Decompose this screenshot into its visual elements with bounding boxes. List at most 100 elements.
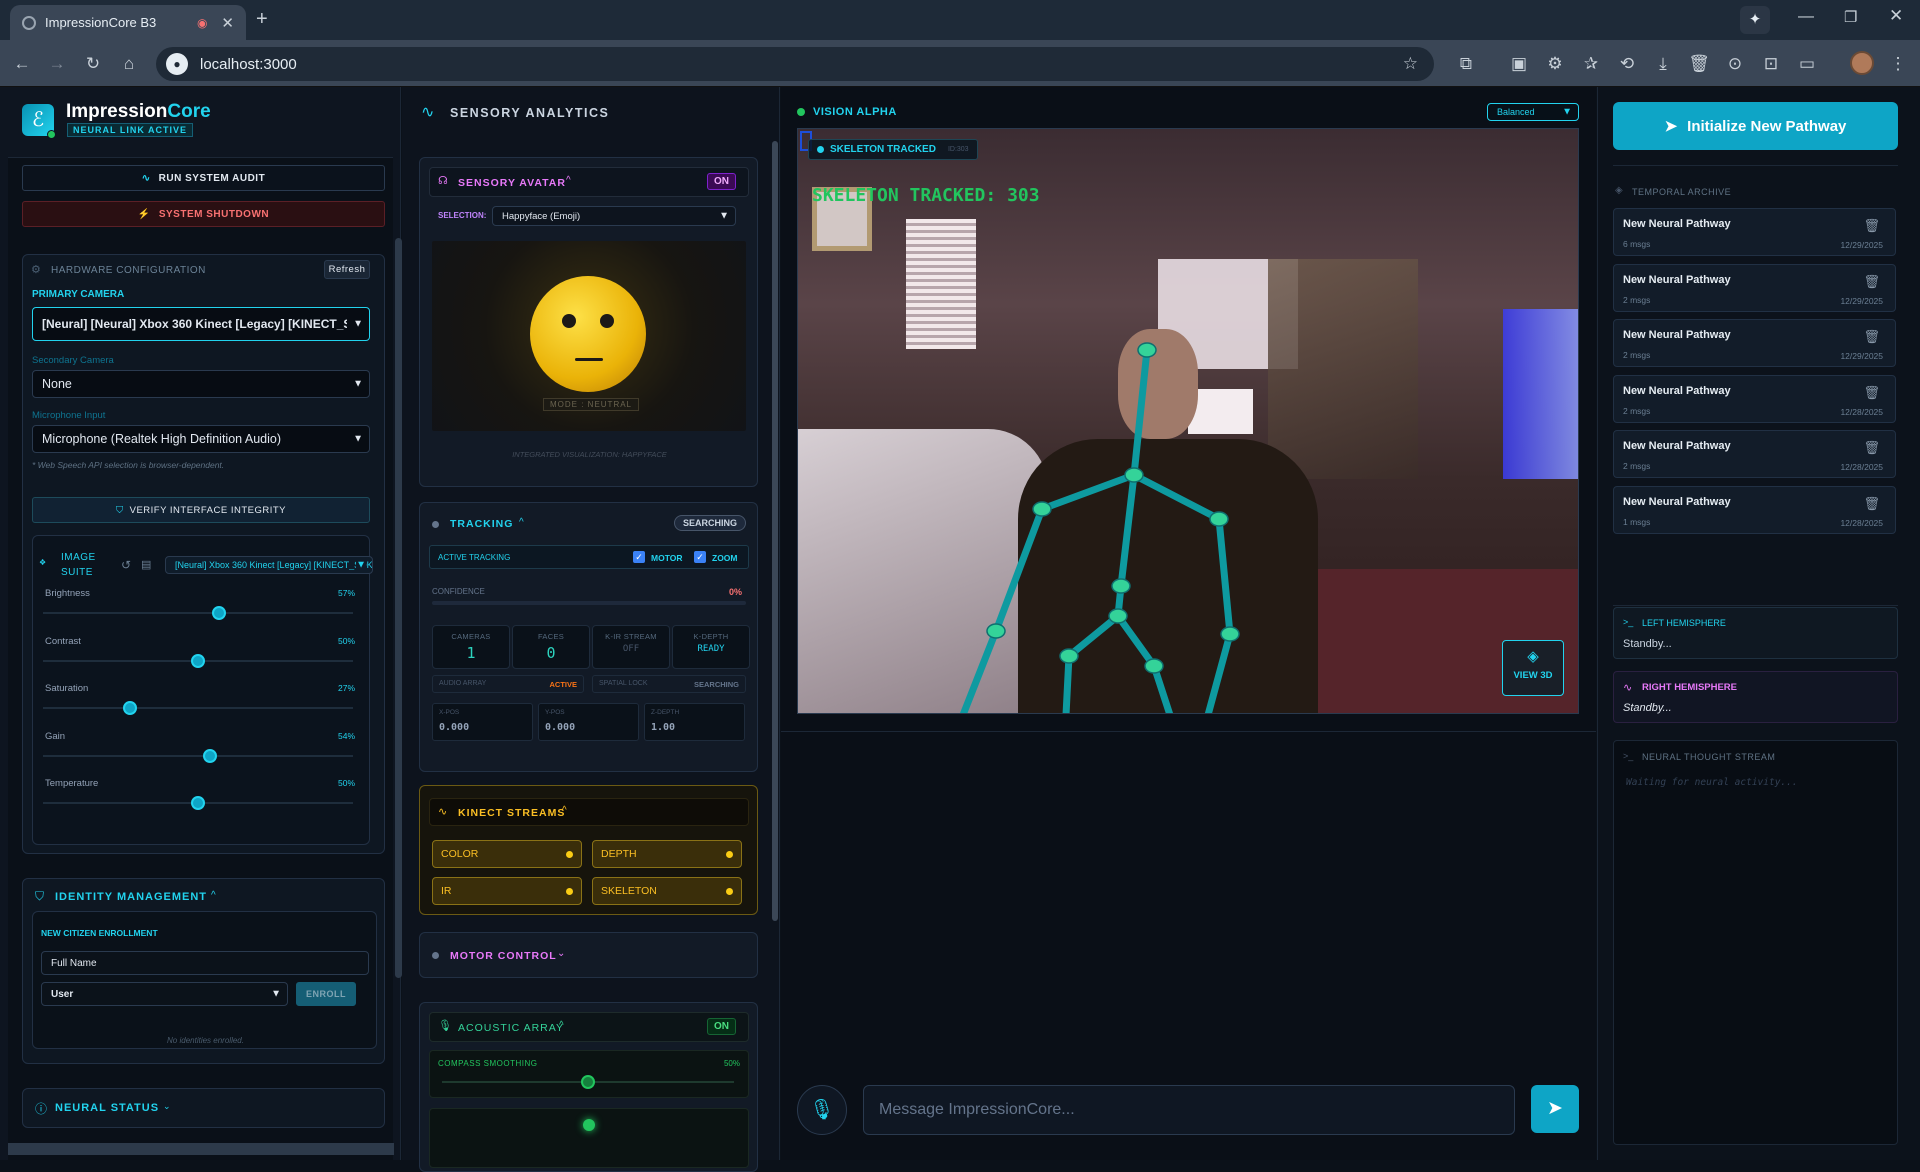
reset-icon[interactable]: ↺ <box>121 558 131 572</box>
trash-icon[interactable]: 🗑 <box>1863 329 1880 345</box>
secondary-camera-select[interactable]: None ▼ <box>32 370 370 398</box>
full-name-input[interactable]: Full Name <box>41 951 369 975</box>
mic-permission-icon[interactable]: ● <box>166 53 188 75</box>
role-select[interactable]: User ▼ <box>41 982 288 1006</box>
image-slider-knob[interactable] <box>211 606 226 620</box>
send-button[interactable]: ➤ <box>1531 1085 1579 1133</box>
zoom-checkbox[interactable]: ✓ <box>694 551 706 563</box>
archive-item[interactable]: New Neural Pathway 1 msgs 12/28/2025 🗑 <box>1613 485 1896 534</box>
stream-toggle-ir[interactable]: IR <box>432 877 582 905</box>
devices-icon[interactable]: ▭ <box>1793 40 1821 87</box>
chevron-up-icon[interactable]: ^ <box>559 1020 564 1031</box>
image-slider-knob[interactable] <box>122 701 137 715</box>
system-shutdown-button[interactable]: ⚡ SYSTEM SHUTDOWN <box>22 201 385 227</box>
suite-device-select[interactable]: [Neural] Xbox 360 Kinect [Legacy] [KINEC… <box>165 556 373 574</box>
home-icon[interactable]: ⌂ <box>115 40 143 87</box>
image-slider-knob[interactable] <box>191 796 205 810</box>
history-icon[interactable]: ⟲ <box>1613 40 1641 87</box>
acoustic-title: ACOUSTIC ARRAY <box>458 1022 564 1034</box>
acoustic-toggle[interactable]: ON <box>707 1018 736 1035</box>
bookmark-star-icon[interactable]: ☆ <box>1403 54 1418 74</box>
neural-status-card[interactable]: ⓘ NEURAL STATUS ⌄ <box>22 1088 385 1128</box>
archive-item[interactable]: New Neural Pathway 2 msgs 12/29/2025 🗑 <box>1613 319 1896 367</box>
stream-toggle-color[interactable]: COLOR <box>432 840 582 868</box>
cast-icon[interactable]: ⊡ <box>1757 40 1785 87</box>
power-icon: ⚡ <box>137 208 151 220</box>
mic-button[interactable]: 🎙 <box>797 1085 847 1135</box>
capture-icon[interactable]: ⊙ <box>1721 40 1749 87</box>
archive-item[interactable]: New Neural Pathway 2 msgs 12/29/2025 🗑 <box>1613 263 1896 312</box>
back-icon[interactable]: ← <box>8 40 36 87</box>
new-pathway-button[interactable]: ➤ Initialize New Pathway <box>1613 102 1898 150</box>
stat-cell: FACES 0 <box>512 625 590 669</box>
sensory-analytics-title: SENSORY ANALYTICS <box>450 106 610 120</box>
reload-icon[interactable]: ↻ <box>79 40 107 87</box>
chevron-down-icon: ▼ <box>356 559 366 571</box>
stream-toggle-depth[interactable]: DEPTH <box>592 840 742 868</box>
chevron-up-icon[interactable]: ^ <box>562 805 567 816</box>
restore-button[interactable]: ❐ <box>1844 8 1857 26</box>
save-icon[interactable]: ▤ <box>141 558 151 571</box>
divider <box>781 731 1596 732</box>
archive-item[interactable]: New Neural Pathway 2 msgs 12/28/2025 🗑 <box>1613 430 1896 478</box>
compass-slider[interactable] <box>581 1075 595 1089</box>
avatar-select[interactable]: Happyface (Emoji) ▼ <box>492 206 736 226</box>
image-slider-knob[interactable] <box>191 653 205 668</box>
trash-icon[interactable]: 🗑 <box>1863 385 1880 401</box>
slider-track <box>43 754 353 757</box>
stream-toggle-skeleton[interactable]: SKELETON <box>592 877 742 905</box>
message-input[interactable]: Message ImpressionCore... <box>863 1085 1515 1135</box>
minimize-button[interactable]: — <box>1798 8 1814 26</box>
trash-icon[interactable]: 🗑 <box>1863 218 1880 234</box>
identity-title: IDENTITY MANAGEMENT <box>55 891 208 903</box>
view-3d-button[interactable]: ◈ VIEW 3D <box>1502 640 1564 696</box>
trash-icon[interactable]: 🗑 <box>1863 440 1880 456</box>
new-tab-button[interactable]: + <box>256 8 268 31</box>
horizontal-scrollbar[interactable] <box>8 1143 394 1155</box>
archive-name: New Neural Pathway <box>1623 218 1731 230</box>
microphone-select[interactable]: Microphone (Realtek High Definition Audi… <box>32 425 370 453</box>
enroll-button[interactable]: ENROLL <box>296 982 356 1006</box>
chevron-up-icon[interactable]: ^ <box>519 517 524 528</box>
address-bar[interactable]: ● localhost:3000 ☆ <box>156 47 1434 81</box>
verify-integrity-button[interactable]: ⛉ VERIFY INTERFACE INTEGRITY <box>32 497 370 523</box>
profile-avatar[interactable] <box>1850 51 1874 75</box>
waveform-icon: ∿ <box>438 806 448 818</box>
tab-close-icon[interactable]: ✕ <box>221 14 234 32</box>
confidence-label: CONFIDENCE <box>432 587 485 596</box>
primary-camera-select[interactable]: [Neural] [Neural] Xbox 360 Kinect [Legac… <box>32 307 370 341</box>
forward-icon[interactable]: → <box>43 40 71 87</box>
sidepanel-icon[interactable]: ▣ <box>1505 40 1533 87</box>
stat-label: CAMERAS <box>451 632 491 641</box>
favorites-icon[interactable]: ✰ <box>1577 40 1605 87</box>
image-slider-knob[interactable] <box>202 748 217 763</box>
trash-icon[interactable]: 🗑 <box>1863 496 1880 512</box>
thought-stream-title: NEURAL THOUGHT STREAM <box>1642 752 1776 762</box>
archive-item[interactable]: New Neural Pathway 2 msgs 12/28/2025 🗑 <box>1613 374 1896 423</box>
layers-icon: ◈ <box>1527 648 1539 665</box>
trash-icon[interactable]: 🗑 <box>1685 40 1713 87</box>
avatar-toggle[interactable]: ON <box>707 173 736 190</box>
gemini-icon[interactable]: ✦ <box>1740 6 1770 34</box>
archive-item[interactable]: New Neural Pathway 6 msgs 12/29/2025 🗑 <box>1613 208 1896 256</box>
kinect-streams-card: ∿ KINECT STREAMS ^ COLOR DEPTH IR SKELETON <box>419 785 758 915</box>
motor-control-card[interactable]: MOTOR CONTROL ⌄ <box>419 932 758 978</box>
extensions-icon[interactable]: ⧉ <box>1452 40 1480 87</box>
mid-scrollbar[interactable] <box>772 141 778 921</box>
shopping-icon[interactable]: ⚙ <box>1541 40 1569 87</box>
favicon-icon <box>22 15 36 30</box>
scrollbar[interactable] <box>395 238 402 978</box>
downloads-icon[interactable]: ⤓ <box>1649 40 1677 87</box>
motor-checkbox[interactable]: ✓ <box>633 551 645 563</box>
menu-icon[interactable]: ⋮ <box>1884 40 1912 87</box>
browser-tab[interactable]: ImpressionCore B3 ◉ ✕ <box>10 5 246 40</box>
run-audit-button[interactable]: ∿ RUN SYSTEM AUDIT <box>22 165 385 191</box>
right-hemisphere-card: ∿ RIGHT HEMISPHERE Standby... <box>1613 671 1898 723</box>
hw-title: HARDWARE CONFIGURATION <box>51 265 206 276</box>
chevron-up-icon[interactable]: ^ <box>211 890 216 901</box>
chevron-up-icon[interactable]: ^ <box>566 175 571 186</box>
quality-select[interactable]: Balanced ▼ <box>1487 103 1579 121</box>
refresh-button[interactable]: Refresh <box>324 260 370 279</box>
close-window-button[interactable]: ✕ <box>1889 6 1903 26</box>
trash-icon[interactable]: 🗑 <box>1863 274 1880 290</box>
